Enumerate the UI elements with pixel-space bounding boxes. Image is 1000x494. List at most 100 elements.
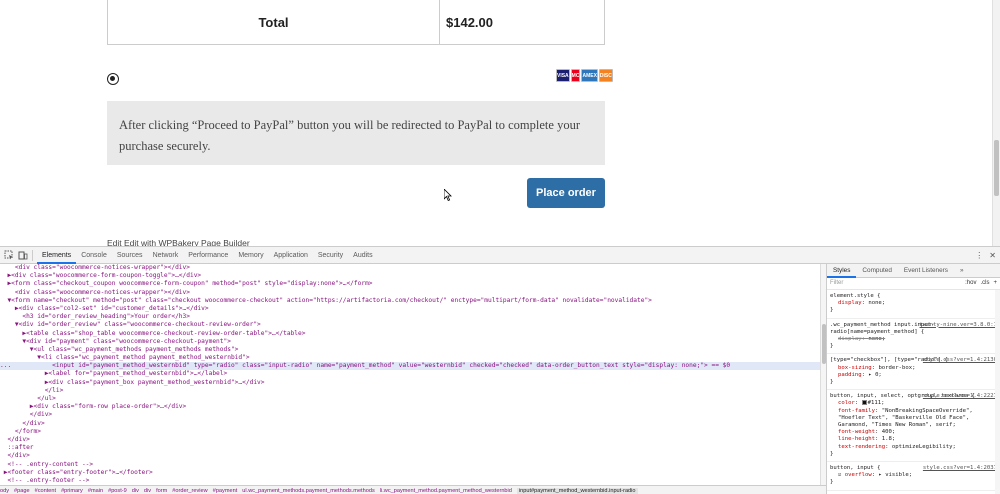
dom-node-line[interactable]: ▶<table class="shop_table woocommerce-ch… [0, 330, 826, 338]
css-property-value[interactable]: ▸ visible; [878, 472, 912, 478]
css-property[interactable]: display: none; [830, 336, 997, 343]
breadcrumb-item[interactable]: ody [0, 488, 9, 494]
css-property-name[interactable]: display [838, 300, 862, 306]
tab-computed[interactable]: Computed [856, 264, 898, 278]
breadcrumb-item[interactable]: #main [88, 488, 103, 494]
close-icon[interactable]: ✕ [989, 251, 996, 260]
breadcrumb-item[interactable]: input#payment_method_westernbid.input-ra… [516, 488, 638, 494]
css-property-value[interactable]: none; [868, 300, 885, 306]
css-property-value[interactable]: none; [868, 336, 885, 342]
hover-state-toggle[interactable]: :hov [965, 280, 976, 287]
device-toolbar-icon[interactable] [18, 250, 28, 260]
dom-node-line[interactable]: ▶<form class="checkout_coupon woocommerc… [0, 280, 826, 288]
css-property-name[interactable]: overflow [845, 472, 872, 478]
css-source-link[interactable]: twenty-nine.ver=3.8.0:1 [920, 322, 997, 329]
css-property-name[interactable]: display [838, 336, 862, 342]
css-property-name[interactable]: box-sizing [838, 365, 872, 371]
dom-node-line[interactable]: </div> [0, 411, 826, 419]
more-options-icon[interactable]: ⋮ [975, 251, 983, 260]
more-tabs-icon[interactable]: » [954, 264, 970, 278]
dom-node-line[interactable]: </li> [0, 387, 826, 395]
dom-node-line[interactable]: ::after [0, 444, 826, 452]
styles-scrollbar[interactable] [995, 290, 1000, 494]
css-property-value[interactable]: 400; [882, 429, 895, 435]
breadcrumb-item[interactable]: #content [35, 488, 56, 494]
css-property-value[interactable]: 1.8; [882, 436, 895, 442]
tab-event-listeners[interactable]: Event Listeners [898, 264, 954, 278]
dom-node-line[interactable]: ▼<form name="checkout" method="post" cla… [0, 297, 826, 305]
inspect-element-icon[interactable] [4, 250, 14, 260]
dom-node-line[interactable]: <!-- .entry-content --> [0, 461, 826, 469]
dom-node-line[interactable]: </div> [0, 436, 826, 444]
elements-dom-tree[interactable]: <div class="woocommerce-notices-wrapper"… [0, 264, 826, 485]
place-order-button[interactable]: Place order [527, 178, 605, 208]
tab-elements[interactable]: Elements [37, 247, 77, 264]
breadcrumb-item[interactable]: #post-9 [108, 488, 127, 494]
tab-audits[interactable]: Audits [348, 247, 377, 264]
css-property-name[interactable]: line-height [838, 436, 875, 442]
css-property[interactable]: font-weight: 400; [830, 429, 997, 436]
breadcrumb-item[interactable]: #page [14, 488, 30, 494]
breadcrumb-item[interactable]: #payment [213, 488, 238, 494]
tab-styles[interactable]: Styles [827, 264, 857, 278]
css-source-link[interactable]: style.css?ver=1.4:2037 [923, 465, 997, 472]
css-property-value[interactable]: #111; [868, 400, 885, 406]
css-property[interactable]: text-rendering: optimizeLegibility; [830, 444, 997, 451]
dom-node-line[interactable]: ▶<label for="payment_method_westernbid">… [0, 370, 826, 378]
class-toggle[interactable]: .cls [980, 280, 989, 287]
css-property[interactable]: font-family: "NonBreakingSpaceOverride",… [830, 408, 997, 430]
page-scrollbar-thumb[interactable] [994, 140, 999, 196]
css-property[interactable]: display: none; [830, 300, 997, 307]
dom-node-line[interactable]: ▶<div class="woocommerce-form-coupon-tog… [0, 272, 826, 280]
dom-node-line[interactable]: ... <input id="payment_method_westernbid… [0, 362, 826, 371]
breadcrumb-item[interactable]: #primary [61, 488, 83, 494]
css-property-name[interactable]: padding [838, 372, 862, 378]
css-property-name[interactable]: font-family [838, 408, 875, 414]
dom-node-line[interactable]: </div> [0, 452, 826, 460]
css-property-value[interactable]: optimizeLegibility; [892, 444, 956, 450]
edit-page-builder-link[interactable]: Edit Edit with WPBakery Page Builder [107, 238, 250, 246]
payment-method-radio[interactable] [107, 73, 119, 85]
breadcrumb-item[interactable]: form [156, 488, 167, 494]
css-property[interactable]: ☑ overflow: ▸ visible; [830, 472, 997, 479]
breadcrumb-item[interactable]: #order_review [172, 488, 207, 494]
tab-network[interactable]: Network [148, 247, 184, 264]
dom-node-line[interactable]: ▼<li class="wc_payment_method payment_me… [0, 354, 826, 362]
css-property[interactable]: color: #111; [830, 400, 997, 407]
tab-console[interactable]: Console [76, 247, 112, 264]
tab-application[interactable]: Application [269, 247, 313, 264]
new-rule-button[interactable]: + [993, 280, 997, 287]
css-property-name[interactable]: font-weight [838, 429, 875, 435]
css-property-value[interactable]: ▸ 0; [868, 372, 881, 378]
page-scrollbar[interactable] [992, 0, 1000, 246]
dom-node-line[interactable]: ▶<footer class="entry-footer">…</footer> [0, 469, 826, 477]
dom-node-line[interactable]: ▼<ul class="wc_payment_methods payment_m… [0, 346, 826, 354]
tab-memory[interactable]: Memory [233, 247, 268, 264]
dom-node-line[interactable]: ▶<div class="payment_box payment_method_… [0, 379, 826, 387]
css-property-value[interactable]: border-box; [878, 365, 915, 371]
breadcrumb-item[interactable]: li.wc_payment_method.payment_method_west… [380, 488, 512, 494]
dom-node-line[interactable]: <!-- .entry-footer --> [0, 477, 826, 485]
breadcrumb-item[interactable]: div [144, 488, 151, 494]
dom-node-line[interactable]: </ul> [0, 395, 826, 403]
styles-filter-input[interactable]: Filter [830, 280, 843, 287]
dom-node-line[interactable]: <div class="woocommerce-notices-wrapper"… [0, 264, 826, 272]
breadcrumb-item[interactable]: ul.wc_payment_methods.payment_methods.me… [242, 488, 374, 494]
dom-node-line[interactable]: </form> [0, 428, 826, 436]
css-property-name[interactable]: color [838, 400, 855, 406]
css-property[interactable]: line-height: 1.8; [830, 436, 997, 443]
dom-node-line[interactable]: ▶<div class="form-row place-order">…</di… [0, 403, 826, 411]
dom-node-line[interactable]: ▼<div id="payment" class="woocommerce-ch… [0, 338, 826, 346]
dom-node-line[interactable]: <div class="woocommerce-notices-wrapper"… [0, 289, 826, 297]
breadcrumb-item[interactable]: div [132, 488, 139, 494]
dom-node-line[interactable]: <h3 id="order_review_heading">Your order… [0, 313, 826, 321]
dom-node-line[interactable]: ▼<div id="order_review" class="woocommer… [0, 321, 826, 329]
tab-performance[interactable]: Performance [183, 247, 233, 264]
css-property[interactable]: box-sizing: border-box; [830, 365, 997, 372]
tab-security[interactable]: Security [313, 247, 348, 264]
css-source-link[interactable]: style.css?ver=1.4:2227 [923, 393, 997, 400]
css-property[interactable]: padding: ▸ 0; [830, 372, 997, 379]
tab-sources[interactable]: Sources [112, 247, 148, 264]
dom-node-line[interactable]: </div> [0, 420, 826, 428]
dom-node-line[interactable]: ▶<div class="col2-set" id="customer_deta… [0, 305, 826, 313]
